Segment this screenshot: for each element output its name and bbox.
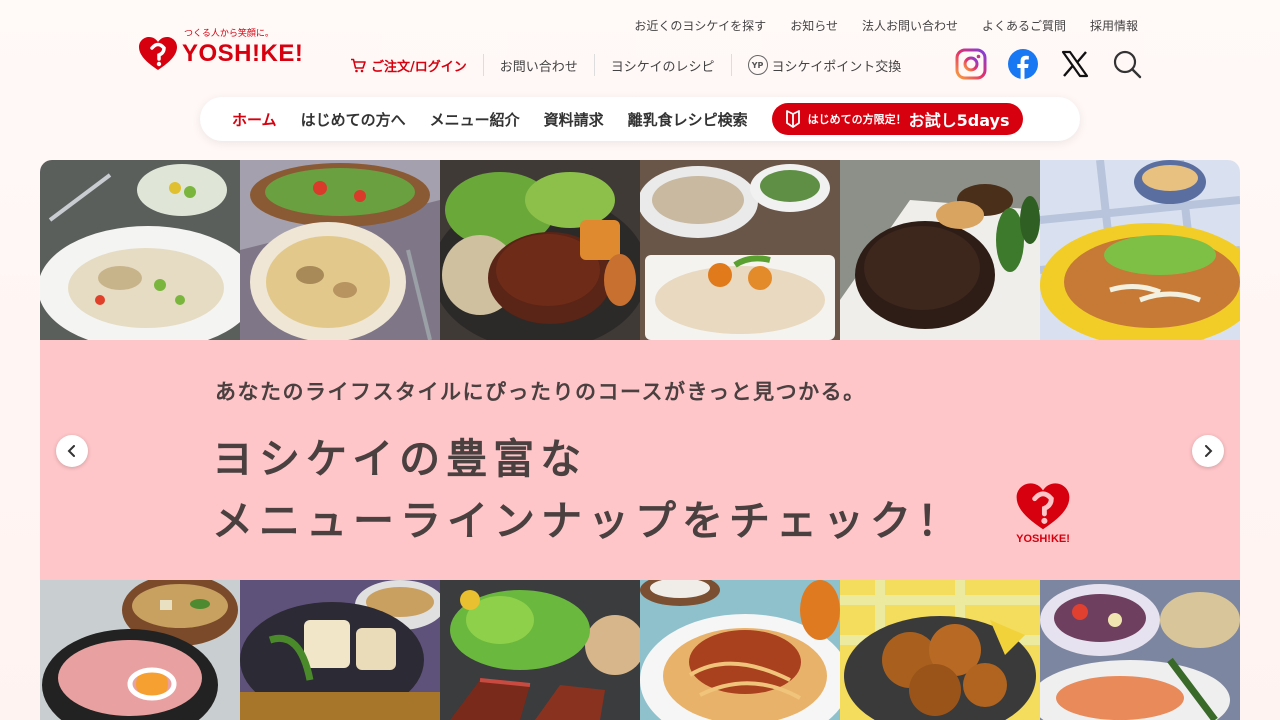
order-login-link[interactable]: ご注文/ログイン [350, 54, 483, 76]
hero-title-line-2: メニューラインナップをチェック！ [212, 497, 964, 545]
chevron-left-icon [67, 445, 75, 457]
logo-heart-icon [1016, 483, 1070, 530]
chicken-cream-stew-photo [40, 160, 240, 340]
utility-link-faq[interactable]: よくあるご質問 [982, 17, 1066, 34]
trial-prefix: はじめての方限定！ [807, 113, 907, 126]
utility-link-careers[interactable]: 採用情報 [1090, 17, 1138, 34]
fried-chicken-photo [840, 580, 1040, 720]
logo-tagline: つくる人から笑顔に。 [184, 29, 274, 39]
beef-steak-salad-photo [440, 580, 640, 720]
trial-5days-button[interactable]: はじめての方限定！ お試し5days [771, 103, 1024, 135]
beginner-mark-icon [785, 110, 800, 128]
main-links: ご注文/ログイン お問い合わせ ヨシケイのレシピ YP ヨシケイポイント交換 [350, 54, 917, 76]
contact-link[interactable]: お問い合わせ [482, 54, 594, 76]
points-exchange-label: ヨシケイポイント交換 [771, 59, 902, 75]
grilled-hamburg-photo [840, 160, 1040, 340]
utility-nav: お近くのヨシケイを探す お知らせ 法人お問い合わせ よくあるご質問 採用情報 [634, 17, 1138, 34]
agedashi-tofu-photo [240, 580, 440, 720]
utility-link-store-finder[interactable]: お近くのヨシケイを探す [634, 17, 766, 34]
site-logo[interactable]: つくる人から笑顔に。 YOSH!KE! [138, 26, 308, 72]
hero-subtitle: あなたのライフスタイルにぴったりのコースがきっと見つかる。 [215, 380, 866, 404]
hero-message-band: あなたのライフスタイルにぴったりのコースがきっと見つかる。 ヨシケイの豊富な メ… [40, 340, 1240, 580]
facebook-icon[interactable] [1007, 48, 1039, 80]
hamburg-steak-photo [440, 160, 640, 340]
nav-item-beginners[interactable]: はじめての方へ [301, 109, 406, 130]
nav-item-home[interactable]: ホーム [232, 109, 277, 130]
gratin-salad-photo [240, 160, 440, 340]
x-icon[interactable] [1059, 48, 1091, 80]
stir-fried-pork-vegetables-photo [640, 160, 840, 340]
carousel-next-button[interactable] [1192, 435, 1224, 467]
hero-bottom-photo-row [40, 580, 1240, 720]
pork-ginger-photo [1040, 160, 1240, 340]
contact-label: お問い合わせ [499, 59, 578, 75]
points-badge-icon: YP [747, 55, 768, 75]
social-links [955, 48, 1143, 80]
hero-top-photo-row [40, 160, 1240, 340]
chevron-right-icon [1205, 445, 1213, 457]
hero-logo-wordmark: YOSH!KE! [1016, 533, 1070, 545]
logo-heart-icon [139, 37, 177, 70]
miso-soup-tuna-bowl-photo [40, 580, 240, 720]
nav-item-brochure[interactable]: 資料請求 [544, 109, 604, 130]
hero-brand-logo: YOSH!KE! [1012, 482, 1074, 552]
instagram-icon[interactable] [955, 48, 987, 80]
order-login-label: ご注文/ログイン [371, 59, 467, 75]
recipes-label: ヨシケイのレシピ [610, 59, 715, 75]
cart-icon [351, 58, 366, 72]
carousel-prev-button[interactable] [56, 435, 88, 467]
recipes-link[interactable]: ヨシケイのレシピ [593, 54, 731, 76]
nav-item-baby-food-search[interactable]: 離乳食レシピ検索 [628, 109, 748, 130]
logo-wordmark: YOSH!KE! [182, 40, 304, 67]
points-exchange-link[interactable]: YP ヨシケイポイント交換 [730, 54, 918, 76]
hero-title-line-1: ヨシケイの豊富な [212, 435, 588, 483]
hero-carousel: あなたのライフスタイルにぴったりのコースがきっと見つかる。 ヨシケイの豊富な メ… [40, 160, 1240, 720]
grilled-salmon-photo [1040, 580, 1240, 720]
utility-link-news[interactable]: お知らせ [790, 17, 838, 34]
spaghetti-meat-sauce-photo [640, 580, 840, 720]
hero-title: ヨシケイの豊富な メニューラインナップをチェック！ [212, 428, 964, 552]
trial-label: お試し5days [908, 111, 1010, 130]
utility-link-corporate-contact[interactable]: 法人お問い合わせ [862, 17, 958, 34]
global-nav: ホーム はじめての方へ メニュー紹介 資料請求 離乳食レシピ検索 はじめての方限… [200, 97, 1080, 141]
search-icon[interactable] [1111, 48, 1143, 80]
nav-item-menu[interactable]: メニュー紹介 [430, 109, 520, 130]
